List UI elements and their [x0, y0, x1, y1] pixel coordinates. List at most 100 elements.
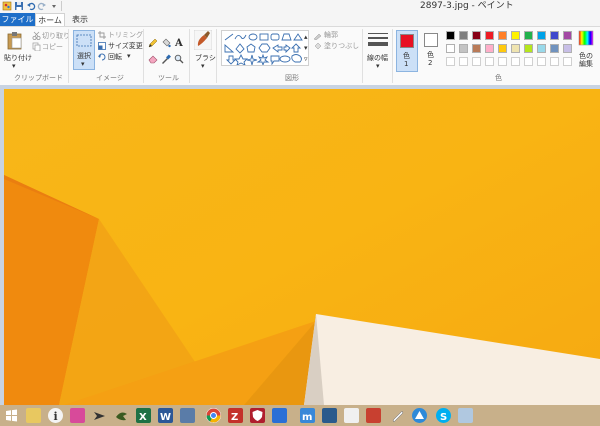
palette-swatch[interactable] — [446, 57, 455, 66]
palette-swatch[interactable] — [459, 57, 468, 66]
app-icon-document[interactable] — [458, 408, 473, 423]
tab-view[interactable]: 表示 — [68, 13, 92, 26]
palette-swatch[interactable] — [459, 44, 468, 53]
rotate-button[interactable]: 回転 — [108, 52, 122, 62]
palette-swatch[interactable] — [550, 57, 559, 66]
palette-swatch[interactable] — [563, 44, 572, 53]
palette-swatch[interactable] — [537, 57, 546, 66]
color2-button[interactable]: 色 2 — [421, 30, 441, 72]
cut-icon — [32, 31, 41, 42]
color2-swatch — [424, 33, 438, 47]
select-button[interactable]: 選択 ▾ — [73, 30, 95, 70]
quick-access-save-icon[interactable] — [14, 1, 24, 11]
app-icon-circle-triangle[interactable] — [412, 408, 427, 423]
color1-swatch — [400, 34, 414, 48]
shapes-scroll-up-icon[interactable]: ▴ — [304, 33, 308, 41]
svg-text:A: A — [174, 38, 183, 48]
palette-swatch[interactable] — [524, 57, 533, 66]
edit-colors-icon[interactable] — [578, 30, 594, 48]
app-icon-arrow[interactable] — [92, 408, 107, 423]
app-icon-red[interactable] — [366, 408, 381, 423]
pencil-icon[interactable] — [148, 38, 158, 50]
palette-swatch[interactable] — [472, 57, 481, 66]
quick-access-undo-icon[interactable] — [26, 1, 36, 11]
app-icon-blue[interactable] — [180, 408, 195, 423]
shapes-scroll-down-icon[interactable]: ▾ — [304, 44, 308, 52]
line-width-icon[interactable] — [368, 32, 388, 50]
outline-button[interactable]: 輪郭 — [324, 30, 338, 40]
app-icon-dark-blue[interactable] — [322, 408, 337, 423]
image-canvas[interactable] — [4, 89, 600, 405]
paste-dropdown-icon[interactable]: ▾ — [12, 62, 16, 70]
line-width-dropdown-icon[interactable]: ▾ — [376, 62, 380, 70]
security-app-icon[interactable] — [250, 408, 265, 423]
app-icon-m[interactable]: m — [300, 408, 315, 423]
quick-access-redo-icon[interactable] — [37, 1, 47, 11]
svg-text:i: i — [54, 410, 58, 423]
palette-swatch[interactable] — [498, 57, 507, 66]
crop-button[interactable]: トリミング — [108, 30, 143, 40]
color2-number: 2 — [428, 59, 433, 67]
select-dropdown-icon: ▾ — [81, 60, 85, 68]
quick-access-customize-icon[interactable] — [49, 1, 59, 11]
palette-swatch[interactable] — [550, 31, 559, 40]
file-explorer-icon[interactable] — [26, 408, 41, 423]
copy-button[interactable]: コピー — [42, 42, 63, 52]
palette-swatch[interactable] — [511, 57, 520, 66]
app-icon-kanji[interactable] — [344, 408, 359, 423]
palette-swatch[interactable] — [537, 44, 546, 53]
paste-icon[interactable] — [6, 31, 24, 53]
palette-swatch[interactable] — [524, 31, 533, 40]
palette-swatch[interactable] — [524, 44, 533, 53]
app-icon-grid[interactable] — [272, 408, 287, 423]
palette-swatch[interactable] — [550, 44, 559, 53]
brushes-dropdown-icon[interactable]: ▾ — [201, 62, 205, 70]
palette-swatch[interactable] — [537, 31, 546, 40]
palette-swatch[interactable] — [511, 44, 520, 53]
excel-icon[interactable]: X — [136, 408, 151, 423]
color1-button[interactable]: 色 1 — [396, 30, 418, 72]
fill-bucket-icon[interactable] — [161, 38, 171, 50]
palette-swatch[interactable] — [485, 44, 494, 53]
palette-swatch[interactable] — [485, 57, 494, 66]
app-icon-wrench[interactable] — [390, 408, 405, 423]
rotate-icon — [98, 53, 106, 63]
filezilla-icon[interactable]: Z — [228, 408, 243, 423]
windows-start-icon[interactable] — [4, 408, 19, 423]
palette-swatch[interactable] — [446, 44, 455, 53]
brushes-button[interactable]: ブラシ — [195, 53, 216, 63]
palette-swatch[interactable] — [563, 57, 572, 66]
fill-button[interactable]: 塗りつぶし — [324, 41, 359, 51]
shapes-expand-icon[interactable]: ▿ — [304, 55, 308, 63]
eraser-icon[interactable] — [148, 54, 158, 66]
paste-button[interactable]: 貼り付け — [4, 53, 32, 63]
word-icon[interactable]: W — [158, 408, 173, 423]
info-app-icon[interactable]: i — [48, 408, 63, 423]
magnifier-icon[interactable] — [174, 54, 184, 66]
palette-swatch[interactable] — [498, 31, 507, 40]
resize-button[interactable]: サイズ変更 — [108, 41, 143, 51]
palette-swatch[interactable] — [446, 31, 455, 40]
paint-app-icon[interactable] — [2, 1, 12, 11]
edit-colors-button[interactable]: 色の編集 — [579, 52, 597, 68]
brush-icon[interactable] — [193, 29, 213, 52]
app-icon-pink[interactable] — [70, 408, 85, 423]
rotate-dropdown-icon[interactable]: ▾ — [127, 52, 131, 60]
palette-swatch[interactable] — [472, 31, 481, 40]
palette-swatch[interactable] — [563, 31, 572, 40]
color-picker-icon[interactable] — [161, 54, 171, 66]
palette-swatch[interactable] — [498, 44, 507, 53]
app-icon-bird[interactable] — [114, 408, 129, 423]
shapes-gallery[interactable] — [221, 30, 309, 66]
palette-swatch[interactable] — [459, 31, 468, 40]
chrome-icon[interactable] — [206, 408, 221, 423]
palette-swatch[interactable] — [511, 31, 520, 40]
cut-button[interactable]: 切り取り — [42, 31, 70, 41]
text-icon[interactable]: A — [174, 37, 184, 50]
tab-file[interactable]: ファイル — [0, 13, 35, 26]
canvas-area[interactable] — [0, 85, 600, 405]
palette-swatch[interactable] — [485, 31, 494, 40]
palette-swatch[interactable] — [472, 44, 481, 53]
tab-home[interactable]: ホーム — [35, 13, 65, 26]
skype-icon[interactable]: S — [436, 408, 451, 423]
